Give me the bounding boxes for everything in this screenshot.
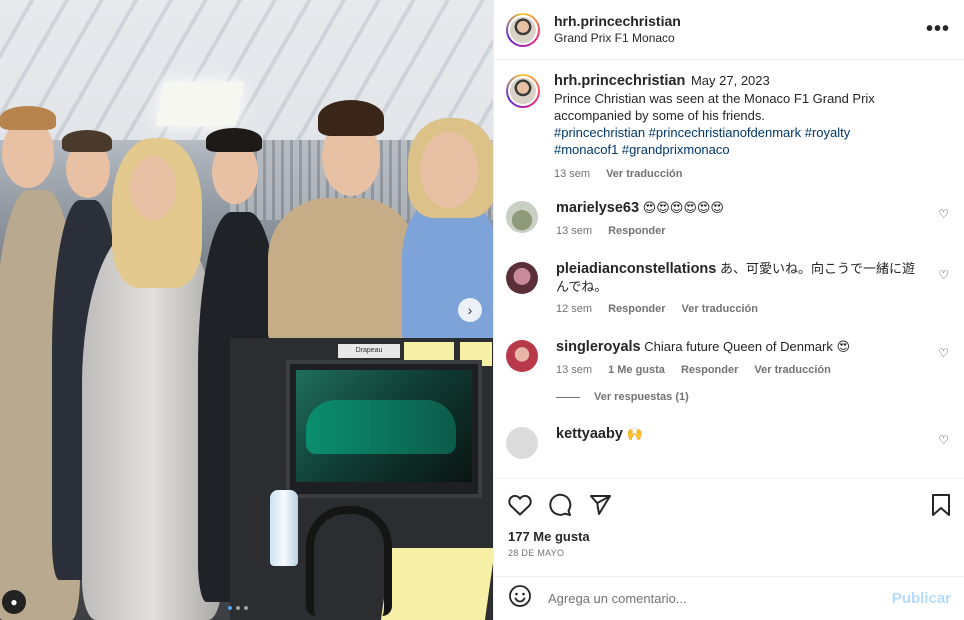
emoji-icon[interactable] bbox=[508, 584, 532, 613]
comment-text: 😍😍😍😍😍😍 bbox=[642, 200, 724, 215]
comment-bubble-icon[interactable] bbox=[548, 493, 572, 517]
view-replies-button[interactable]: Ver respuestas (1) bbox=[556, 391, 953, 403]
save-bookmark-icon[interactable] bbox=[931, 493, 951, 522]
post-comment-button[interactable]: Publicar bbox=[892, 590, 951, 607]
commenter-avatar[interactable] bbox=[506, 201, 538, 233]
comment-username[interactable]: singleroyals bbox=[556, 339, 641, 355]
likes-count[interactable]: 177 Me gusta bbox=[508, 529, 951, 544]
like-heart-icon[interactable] bbox=[508, 494, 532, 516]
like-comment-heart-icon[interactable]: ♡ bbox=[938, 268, 949, 282]
avatar-image bbox=[508, 76, 538, 106]
person-1-hair bbox=[0, 106, 56, 130]
translate-link[interactable]: Ver traducción bbox=[754, 362, 830, 379]
post-side-panel: hrh.princechristian Grand Prix F1 Monaco… bbox=[493, 0, 964, 620]
translate-link[interactable]: Ver traducción bbox=[682, 301, 758, 318]
headset bbox=[306, 506, 392, 616]
comment-body: singleroyals Chiara future Queen of Denm… bbox=[556, 338, 876, 379]
comment-body: marielyse63 😍😍😍😍😍😍 13 sem Responder bbox=[556, 199, 750, 240]
person-6-head bbox=[420, 132, 478, 208]
reply-button[interactable]: Responder bbox=[608, 223, 665, 240]
share-send-icon[interactable] bbox=[588, 493, 612, 517]
tagged-users-icon[interactable]: ● bbox=[2, 590, 26, 614]
more-options-icon[interactable]: ••• bbox=[926, 18, 950, 41]
instagram-post-viewer: Drapeau › ● hrh.princechristian Grand Pr… bbox=[0, 0, 964, 620]
comment-text: Chiara future Queen of Denmark 😍 bbox=[644, 339, 851, 354]
comment-username[interactable]: kettyaaby bbox=[556, 426, 623, 442]
action-icons bbox=[508, 493, 951, 517]
comment: marielyse63 😍😍😍😍😍😍 13 sem Responder ♡ bbox=[506, 199, 953, 240]
person-4-hair bbox=[206, 128, 262, 152]
comment-username[interactable]: pleiadianconstellations bbox=[556, 261, 716, 277]
caption-hashtags[interactable]: #monacof1 #grandprixmonaco bbox=[554, 141, 927, 158]
header-location[interactable]: Grand Prix F1 Monaco bbox=[554, 30, 681, 47]
caption-date: May 27, 2023 bbox=[690, 73, 770, 88]
carousel-dot bbox=[244, 606, 248, 610]
caption-avatar[interactable] bbox=[506, 74, 540, 108]
comment-likes[interactable]: 1 Me gusta bbox=[608, 362, 665, 379]
comment-age: 12 sem bbox=[556, 303, 593, 315]
person-6 bbox=[402, 198, 493, 348]
view-replies-label: Ver respuestas (1) bbox=[594, 391, 689, 403]
caption-username[interactable]: hrh.princechristian bbox=[554, 73, 685, 89]
person-5-hair bbox=[318, 100, 384, 136]
replies-divider bbox=[556, 396, 580, 398]
comment: pleiadianconstellations あ、可愛いね。向こうで一緒に遊ん… bbox=[506, 260, 953, 318]
comment-input[interactable]: Agrega un comentario... bbox=[548, 591, 892, 606]
comment-text: 🙌 bbox=[626, 426, 643, 441]
carousel-indicator bbox=[228, 606, 248, 610]
comment: singleroyals Chiara future Queen of Denm… bbox=[506, 338, 953, 379]
avatar[interactable] bbox=[506, 12, 540, 47]
header-text: hrh.princechristian Grand Prix F1 Monaco bbox=[554, 13, 681, 47]
comment: kettyaaby 🙌 ♡ bbox=[506, 425, 953, 459]
post-header: hrh.princechristian Grand Prix F1 Monaco… bbox=[494, 0, 964, 60]
like-comment-heart-icon[interactable]: ♡ bbox=[938, 207, 949, 221]
commenter-avatar[interactable] bbox=[506, 427, 538, 459]
translate-link[interactable]: Ver traducción bbox=[606, 166, 682, 183]
carousel-dot bbox=[228, 606, 232, 610]
commenter-avatar[interactable] bbox=[506, 340, 538, 372]
commenter-avatar[interactable] bbox=[506, 262, 538, 294]
caption: hrh.princechristian May 27, 2023 Prince … bbox=[506, 72, 953, 183]
ceiling-lamp bbox=[156, 82, 244, 126]
comment-body: pleiadianconstellations あ、可愛いね。向こうで一緒に遊ん… bbox=[556, 260, 953, 318]
caption-meta: 13 sem Ver traducción bbox=[554, 166, 927, 183]
post-photo[interactable]: Drapeau › ● bbox=[0, 0, 493, 620]
caption-hashtags[interactable]: #princechristian #princechristianofdenma… bbox=[554, 124, 927, 141]
reply-button[interactable]: Responder bbox=[608, 301, 665, 318]
add-comment-bar: Agrega un comentario... Publicar bbox=[494, 576, 964, 620]
avatar-image bbox=[508, 14, 538, 45]
comment-age: 13 sem bbox=[556, 364, 593, 376]
comment-meta: 12 sem Responder Ver traducción bbox=[556, 301, 927, 318]
person-3-face bbox=[130, 156, 176, 220]
comments-list[interactable]: hrh.princechristian May 27, 2023 Prince … bbox=[494, 60, 964, 478]
caption-age: 13 sem bbox=[554, 168, 591, 180]
person-2-hair bbox=[62, 130, 112, 152]
f1-car-on-screen bbox=[306, 400, 456, 454]
carousel-dot bbox=[236, 606, 240, 610]
header-username[interactable]: hrh.princechristian bbox=[554, 13, 681, 30]
monitor-label: Drapeau bbox=[338, 344, 400, 358]
comment-age: 13 sem bbox=[556, 225, 593, 237]
caption-text: Prince Christian was seen at the Monaco … bbox=[554, 91, 875, 123]
comment-meta: 13 sem 1 Me gusta Responder Ver traducci… bbox=[556, 362, 850, 379]
reply-button[interactable]: Responder bbox=[681, 362, 738, 379]
ceiling bbox=[0, 0, 493, 140]
water-bottle bbox=[270, 490, 298, 566]
yellow-sheet bbox=[380, 548, 493, 620]
comment-username[interactable]: marielyse63 bbox=[556, 200, 639, 216]
comment-meta: 13 sem Responder bbox=[556, 223, 724, 240]
person-5 bbox=[268, 198, 418, 348]
like-comment-heart-icon[interactable]: ♡ bbox=[938, 433, 949, 447]
caption-body: hrh.princechristian May 27, 2023 Prince … bbox=[554, 72, 953, 183]
comment-body: kettyaaby 🙌 bbox=[556, 425, 669, 459]
post-actions: 177 Me gusta 28 DE MAYO bbox=[494, 478, 964, 576]
next-photo-button[interactable]: › bbox=[458, 298, 482, 322]
post-date: 28 DE MAYO bbox=[508, 548, 565, 558]
like-comment-heart-icon[interactable]: ♡ bbox=[938, 346, 949, 360]
